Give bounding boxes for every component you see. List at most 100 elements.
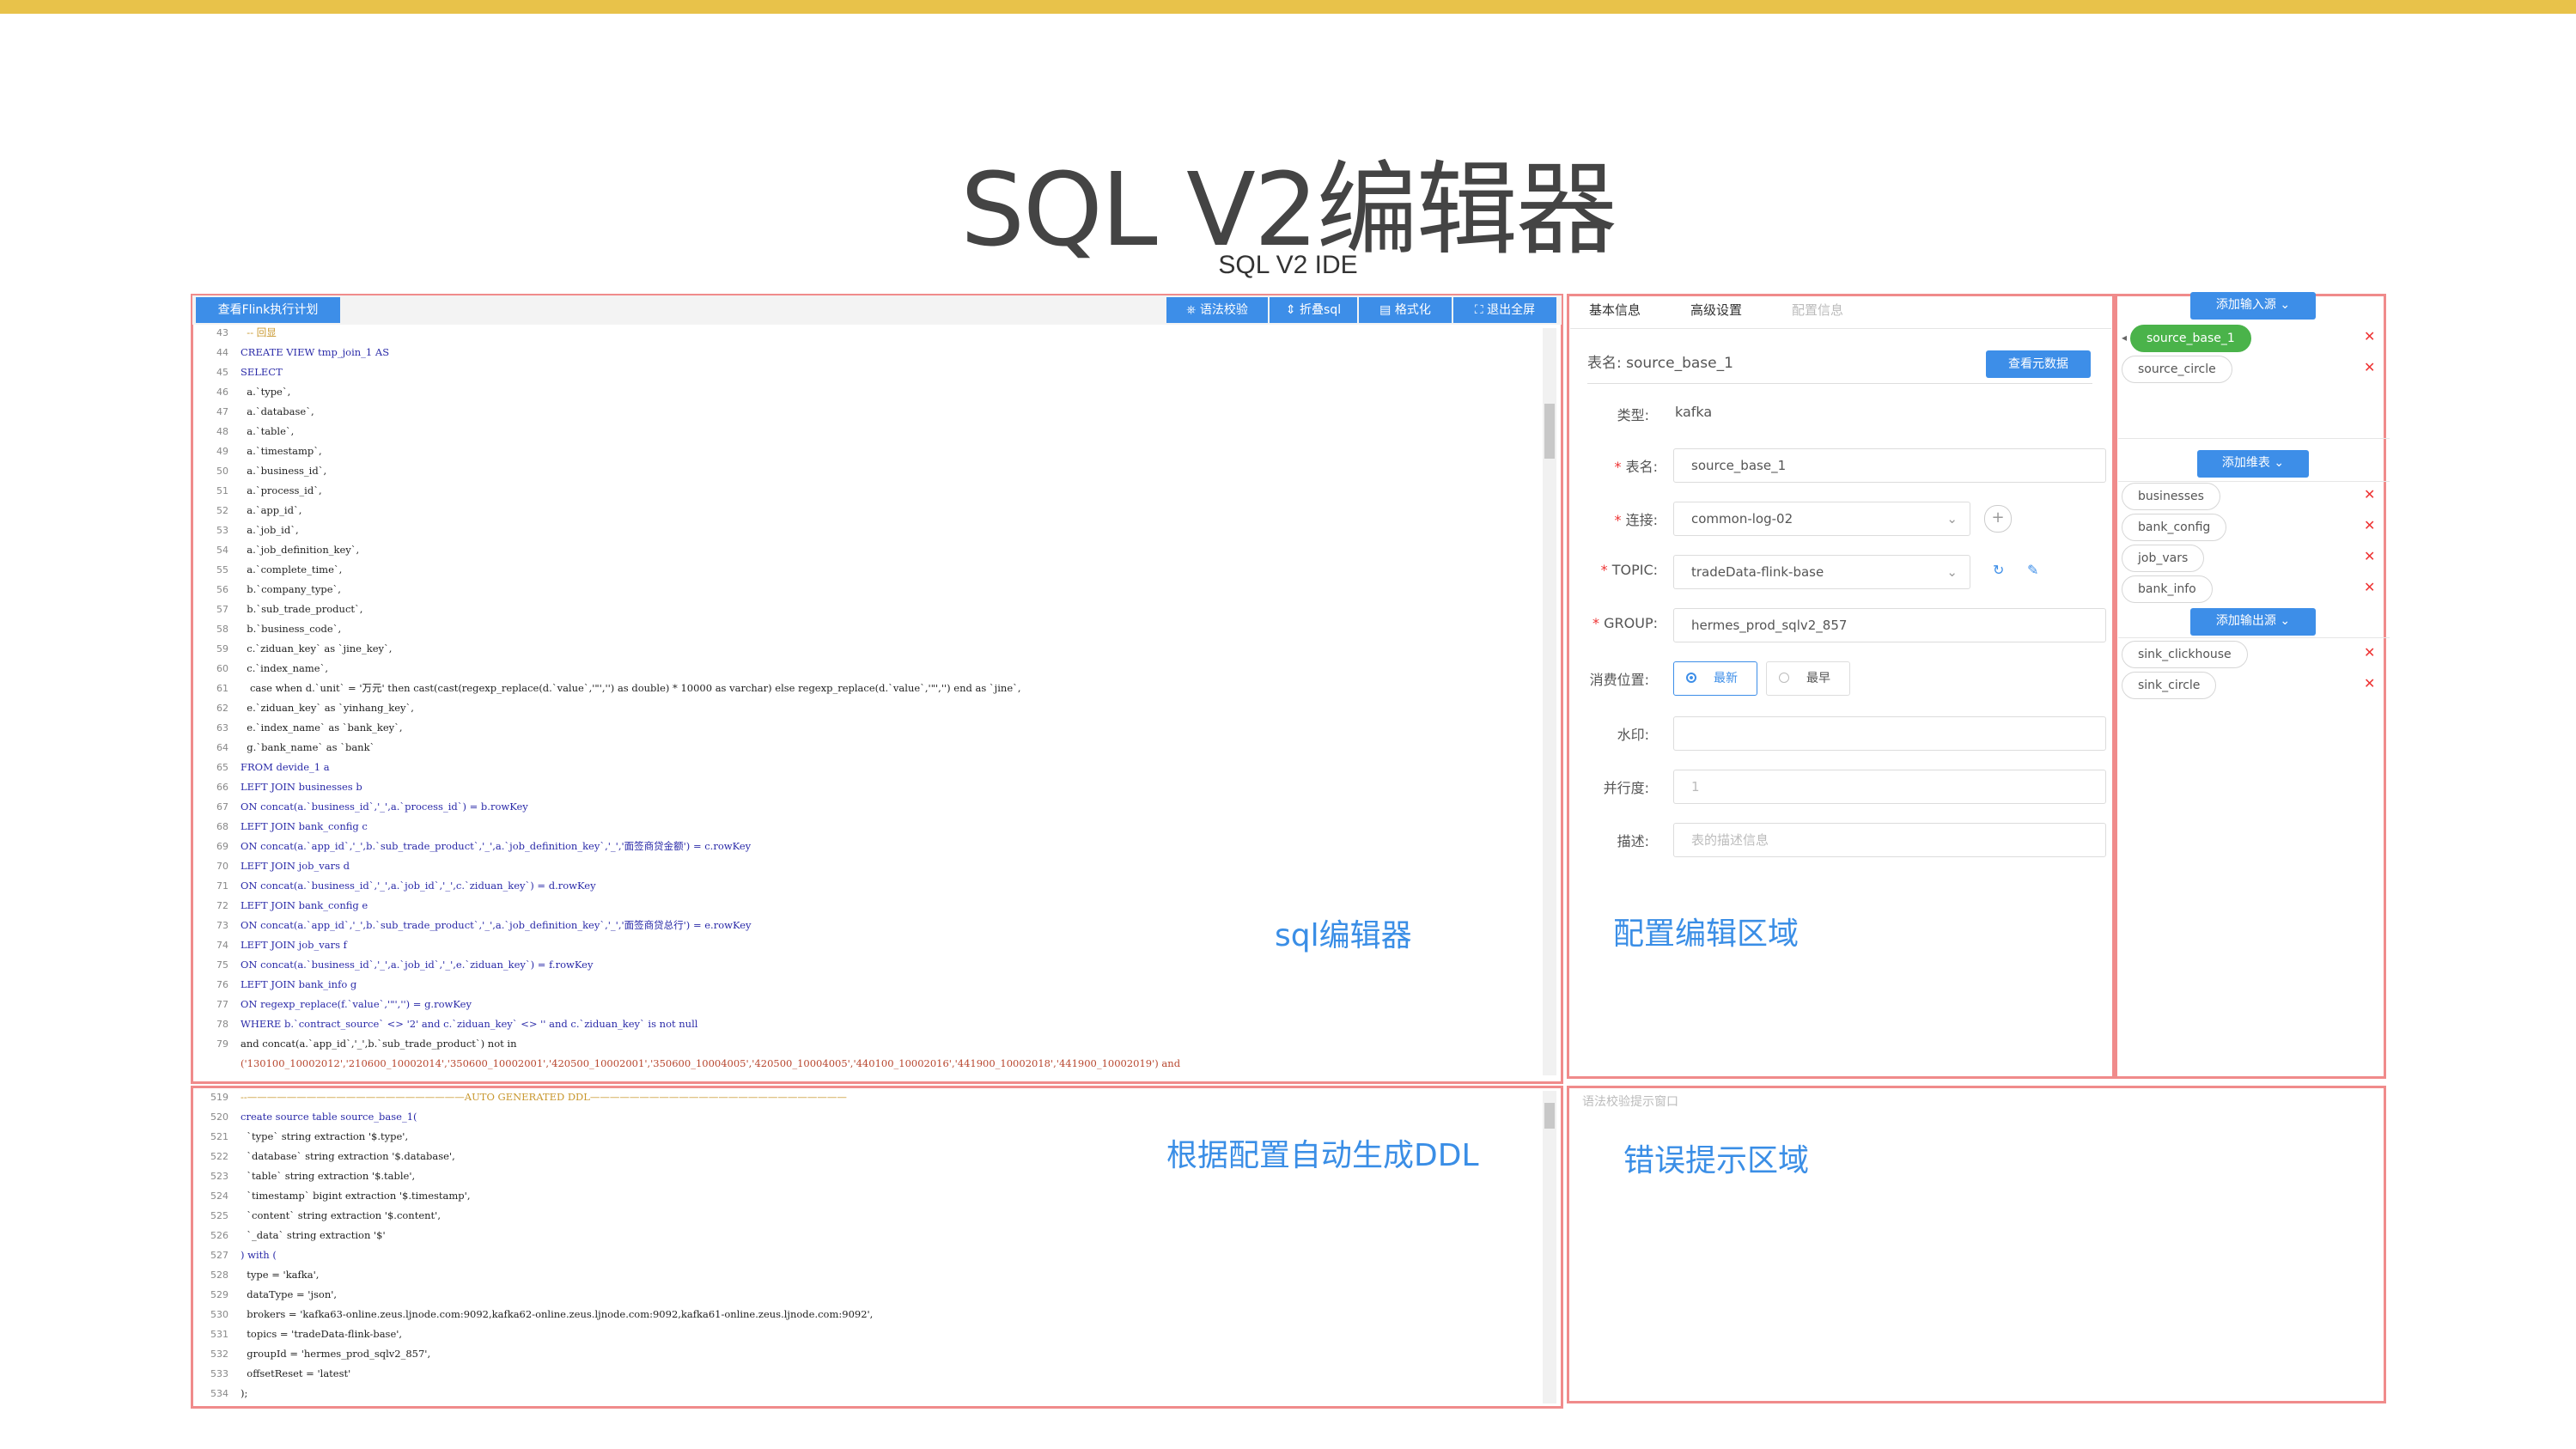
code-line[interactable]: 53 a.`job_id`,	[198, 521, 1538, 540]
code-line[interactable]: 52 a.`app_id`,	[198, 501, 1538, 521]
dim-table-item[interactable]: businesses	[2122, 483, 2220, 510]
remove-icon[interactable]: ✕	[2364, 675, 2375, 691]
line-number: 534	[210, 1388, 228, 1399]
code-line[interactable]: 64 g.`bank_name` as `bank`	[198, 738, 1538, 758]
code-line[interactable]: 46 a.`type`,	[198, 382, 1538, 402]
code-line[interactable]: 68 LEFT JOIN bank_config c	[198, 817, 1538, 837]
add-connection-icon[interactable]: +	[1984, 505, 2012, 533]
code-line[interactable]: 43 -- 回显	[198, 323, 1538, 343]
exit-fullscreen-button[interactable]: ⛶ 退出全屏	[1453, 297, 1556, 323]
code-line[interactable]: 44 CREATE VIEW tmp_join_1 AS	[198, 343, 1538, 362]
add-dim-button[interactable]: 添加维表 ⌄	[2197, 450, 2309, 478]
refresh-icon[interactable]: ↻	[1993, 562, 2004, 578]
code-line[interactable]: 71 ON concat(a.`business_id`,'_',a.`job_i…	[198, 876, 1538, 896]
code-text: a.`app_id`,	[241, 504, 302, 516]
sql-editor-scrollbar[interactable]	[1543, 328, 1556, 1075]
validate-button[interactable]: ⎈ 语法校验	[1166, 297, 1268, 323]
collapse-arrow-icon[interactable]: ◂	[2122, 332, 2127, 344]
group-input[interactable]: hermes_prod_sqlv2_857	[1673, 608, 2106, 642]
tab-config-info[interactable]: 配置信息	[1792, 301, 1843, 319]
name-input[interactable]: source_base_1	[1673, 448, 2106, 483]
code-line[interactable]: 48 a.`table`,	[198, 422, 1538, 441]
code-line[interactable]: 61 case when d.`unit` = '万元' then cast(c…	[198, 679, 1538, 698]
code-line[interactable]: 58 b.`business_code`,	[198, 619, 1538, 639]
dim-table-item[interactable]: bank_info	[2122, 575, 2213, 603]
code-line[interactable]: 63 e.`index_name` as `bank_key`,	[198, 718, 1538, 738]
line-number: 66	[216, 782, 228, 793]
remove-icon[interactable]: ✕	[2364, 359, 2375, 375]
code-line[interactable]: 532 groupId = 'hermes_prod_sqlv2_857',	[198, 1344, 1538, 1364]
code-text: a.`process_id`,	[241, 484, 322, 496]
code-line[interactable]: 57 b.`sub_trade_product`,	[198, 600, 1538, 619]
code-line[interactable]: 67 ON concat(a.`business_id`,'_',a.`proce…	[198, 797, 1538, 817]
code-line[interactable]: 75 ON concat(a.`business_id`,'_',a.`job_i…	[198, 955, 1538, 975]
view-metadata-button[interactable]: 查看元数据	[1986, 350, 2091, 378]
code-line[interactable]: 527) with (	[198, 1245, 1538, 1265]
code-line[interactable]: 56 b.`company_type`,	[198, 580, 1538, 600]
fold-sql-button[interactable]: ⇕ 折叠sql	[1270, 297, 1357, 323]
code-line[interactable]: 66 LEFT JOIN businesses b	[198, 777, 1538, 797]
code-line[interactable]: 530 brokers = 'kafka63-online.zeus.ljnod…	[198, 1305, 1538, 1324]
remove-icon[interactable]: ✕	[2364, 517, 2375, 533]
flink-plan-button[interactable]: 查看Flink执行计划	[196, 297, 340, 323]
consume-latest-radio[interactable]: 最新	[1673, 661, 1757, 696]
code-line[interactable]: 534);	[198, 1384, 1538, 1403]
add-output-button[interactable]: 添加输出源 ⌄	[2190, 608, 2316, 636]
code-line[interactable]: ('130100_10002012','210600_10002014','35…	[198, 1054, 1538, 1073]
remove-icon[interactable]: ✕	[2364, 328, 2375, 344]
remove-icon[interactable]: ✕	[2364, 548, 2375, 564]
remove-icon[interactable]: ✕	[2364, 579, 2375, 595]
code-line[interactable]: 520 create source table source_base_1(	[198, 1107, 1538, 1127]
edit-icon[interactable]: ✎	[2027, 562, 2038, 578]
code-line[interactable]: 535	[198, 1403, 1538, 1405]
code-line[interactable]: 51 a.`process_id`,	[198, 481, 1538, 501]
desc-input[interactable]: 表的描述信息	[1673, 823, 2106, 857]
code-line[interactable]: 50 a.`business_id`,	[198, 461, 1538, 481]
sql-code-area[interactable]: 43 -- 回显 44 CREATE VIEW tmp_join_1 AS 45 SEL…	[198, 323, 1538, 1077]
code-line[interactable]: 519 --——————————————————————AUTO GENERATE…	[198, 1087, 1538, 1107]
ddl-scroll-thumb[interactable]	[1544, 1103, 1555, 1129]
consume-earliest-radio[interactable]: 最早	[1766, 661, 1850, 696]
dim-table-item[interactable]: bank_config	[2122, 514, 2227, 541]
input-source-item[interactable]: source_base_1	[2130, 325, 2251, 352]
ddl-scrollbar[interactable]	[1543, 1091, 1556, 1403]
code-line[interactable]: 62 e.`ziduan_key` as `yinhang_key`,	[198, 698, 1538, 718]
code-line[interactable]: 65 FROM devide_1 a	[198, 758, 1538, 777]
remove-icon[interactable]: ✕	[2364, 486, 2375, 502]
code-line[interactable]: 533 offsetReset = 'latest'	[198, 1364, 1538, 1384]
code-line[interactable]: 76 LEFT JOIN bank_info g	[198, 975, 1538, 995]
code-line[interactable]: 77 ON regexp_replace(f.`value`,'"','') = …	[198, 995, 1538, 1014]
output-sink-item[interactable]: sink_circle	[2122, 672, 2217, 699]
code-line[interactable]: 531 topics = 'tradeData-flink-base',	[198, 1324, 1538, 1344]
add-input-button[interactable]: 添加输入源 ⌄	[2190, 292, 2316, 320]
code-line[interactable]: 529 dataType = 'json',	[198, 1285, 1538, 1305]
code-line[interactable]: 47 a.`database`,	[198, 402, 1538, 422]
connection-select[interactable]: common-log-02 ⌄	[1673, 502, 1970, 536]
code-line[interactable]: 70 LEFT JOIN job_vars d	[198, 856, 1538, 876]
code-line[interactable]: 45 SELECT	[198, 362, 1538, 382]
tab-advanced[interactable]: 高级设置	[1690, 301, 1742, 319]
code-line[interactable]: 69 ON concat(a.`app_id`,'_',b.`sub_trade_…	[198, 837, 1538, 856]
input-source-item[interactable]: source_circle	[2122, 356, 2232, 383]
code-line[interactable]: 55 a.`complete_time`,	[198, 560, 1538, 580]
code-line[interactable]: 49 a.`timestamp`,	[198, 441, 1538, 461]
parallel-input[interactable]: 1	[1673, 770, 2106, 804]
code-line[interactable]: 59 c.`ziduan_key` as `jine_key`,	[198, 639, 1538, 659]
watermark-input[interactable]	[1673, 716, 2106, 751]
code-line[interactable]: 524 `timestamp` bigint extraction '$.tim…	[198, 1186, 1538, 1206]
code-line[interactable]: 78 WHERE b.`contract_source` <> '2' and c…	[198, 1014, 1538, 1034]
format-button[interactable]: ▤ 格式化	[1359, 297, 1452, 323]
code-line[interactable]: 526 `_data` string extraction '$'	[198, 1226, 1538, 1245]
code-line[interactable]: concat(a.`app_id`,'_',b.`company_type`) …	[198, 1073, 1538, 1077]
code-line[interactable]: 54 a.`job_definition_key`,	[198, 540, 1538, 560]
line-number: 64	[216, 742, 228, 753]
code-line[interactable]: 528 type = 'kafka',	[198, 1265, 1538, 1285]
dim-table-item[interactable]: job_vars	[2122, 545, 2205, 572]
remove-icon[interactable]: ✕	[2364, 644, 2375, 661]
tab-basic[interactable]: 基本信息	[1589, 301, 1641, 319]
output-sink-item[interactable]: sink_clickhouse	[2122, 641, 2248, 668]
code-line[interactable]: 79 and concat(a.`app_id`,'_',b.`sub_trade…	[198, 1034, 1538, 1054]
code-line[interactable]: 60 c.`index_name`,	[198, 659, 1538, 679]
topic-select[interactable]: tradeData-flink-base ⌄	[1673, 555, 1970, 589]
code-line[interactable]: 525 `content` string extraction '$.conte…	[198, 1206, 1538, 1226]
